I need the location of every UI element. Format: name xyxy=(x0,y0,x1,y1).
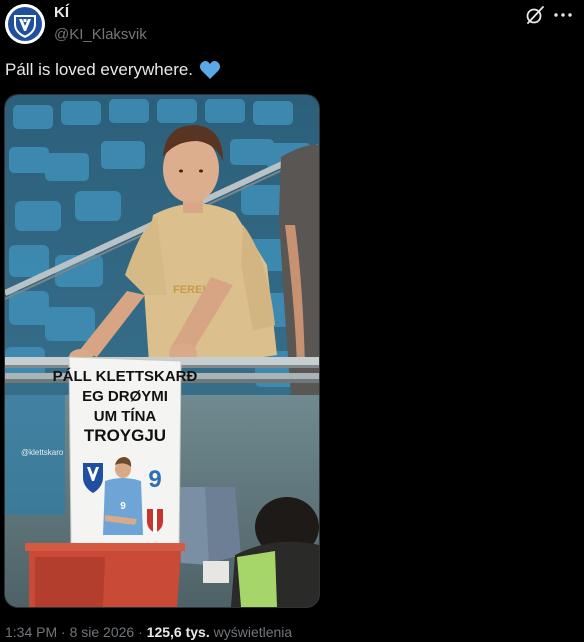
sign-line-1: PÁLL KLETTSKARÐ xyxy=(53,368,198,385)
tweet-meta: 1:34 PM · 8 sie 2026 · 125,6 tys. wyświe… xyxy=(5,624,292,640)
sign-number: 9 xyxy=(148,466,161,493)
sign-line-3: UM TÍNA xyxy=(94,408,157,425)
meta-separator: · xyxy=(138,624,143,640)
views-label: wyświetlenia xyxy=(213,624,293,640)
tweet-text-content: Páll is loved everywhere. xyxy=(5,60,194,79)
tweet-date[interactable]: 8 sie 2026 xyxy=(70,624,135,640)
avatar[interactable] xyxy=(5,4,45,44)
orange-chairs xyxy=(25,543,185,607)
meta-separator: · xyxy=(61,624,66,640)
more-options-icon[interactable] xyxy=(552,5,574,25)
author-handle[interactable]: @KI_Klaksvik xyxy=(54,26,147,43)
sign-line-2: EG DRØYMI xyxy=(82,388,168,405)
sign-line-4: TROYGJU xyxy=(84,426,166,445)
tweet-time[interactable]: 1:34 PM xyxy=(5,624,57,640)
ki-logo-icon xyxy=(5,4,45,44)
tweet-text: Páll is loved everywhere. xyxy=(5,60,221,80)
fan-sign: PÁLL KLETTSKARÐ EG DRØYMI UM TÍNA TROYGJ… xyxy=(53,356,198,552)
views-count: 125,6 tys. xyxy=(146,624,210,640)
jersey-number: 9 xyxy=(120,501,126,512)
blue-heart-icon xyxy=(199,61,221,79)
author-display-name[interactable]: KÍ xyxy=(54,4,69,21)
photo-scene: FEREL PÁLL KLETTSKARÐ EG DRØYMI UM TÍNA … xyxy=(5,95,319,607)
tweet-photo[interactable]: FEREL PÁLL KLETTSKARÐ EG DRØYMI UM TÍNA … xyxy=(4,94,320,608)
grok-icon[interactable] xyxy=(524,4,546,26)
photo-watermark: @klettskaro xyxy=(21,448,64,457)
